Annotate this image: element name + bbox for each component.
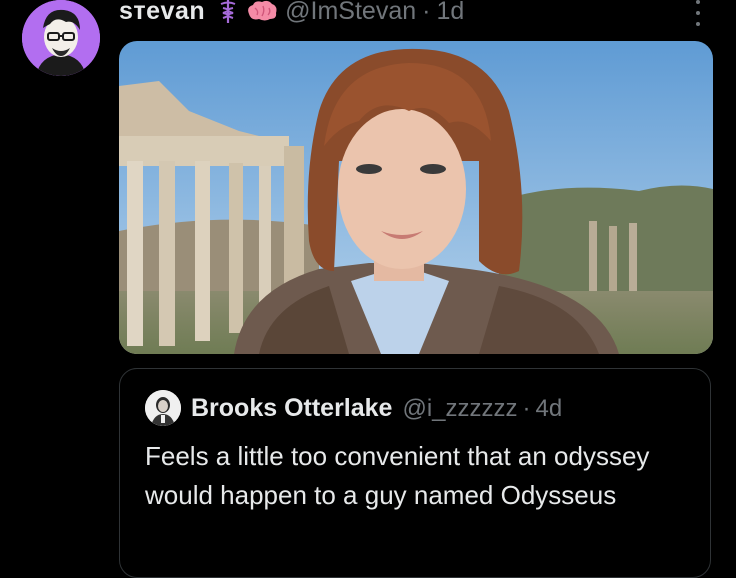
tweet-timestamp[interactable]: 1d [436, 0, 464, 26]
pink-brain-icon [245, 0, 279, 24]
quoted-header-separator: · [522, 395, 531, 422]
quoted-tweet-timestamp[interactable]: 4d [536, 395, 563, 423]
quoted-tweet-text: Feels a little too convenient that an od… [145, 441, 650, 510]
quoted-tweet-card[interactable]: Brooks Otterlake @i_zzzzzz · 4d Feels a … [119, 368, 711, 578]
person-icon [145, 390, 181, 426]
caduceus-icon [217, 0, 239, 24]
quoted-author-name[interactable]: Brooks Otterlake [191, 394, 392, 423]
header-separator: · [422, 0, 431, 25]
cartoon-face-icon [22, 0, 100, 76]
quoted-tweet-header: Brooks Otterlake @i_zzzzzz · 4d [191, 394, 562, 423]
quoted-author-avatar[interactable] [145, 390, 181, 426]
author-avatar[interactable] [22, 0, 100, 76]
photo-woman-ruins [119, 41, 713, 354]
more-dot [696, 11, 700, 15]
author-display-name[interactable]: sтevan [119, 0, 205, 26]
tweet-header: sтevan @ImStevan · 1d [119, 0, 464, 26]
more-dot [696, 0, 700, 4]
quoted-author-handle[interactable]: @i_zzzzzz [402, 395, 517, 423]
tweet-image[interactable] [119, 41, 713, 354]
more-options-icon[interactable] [688, 0, 708, 26]
more-dot [696, 22, 700, 26]
author-handle[interactable]: @ImStevan [285, 0, 416, 26]
